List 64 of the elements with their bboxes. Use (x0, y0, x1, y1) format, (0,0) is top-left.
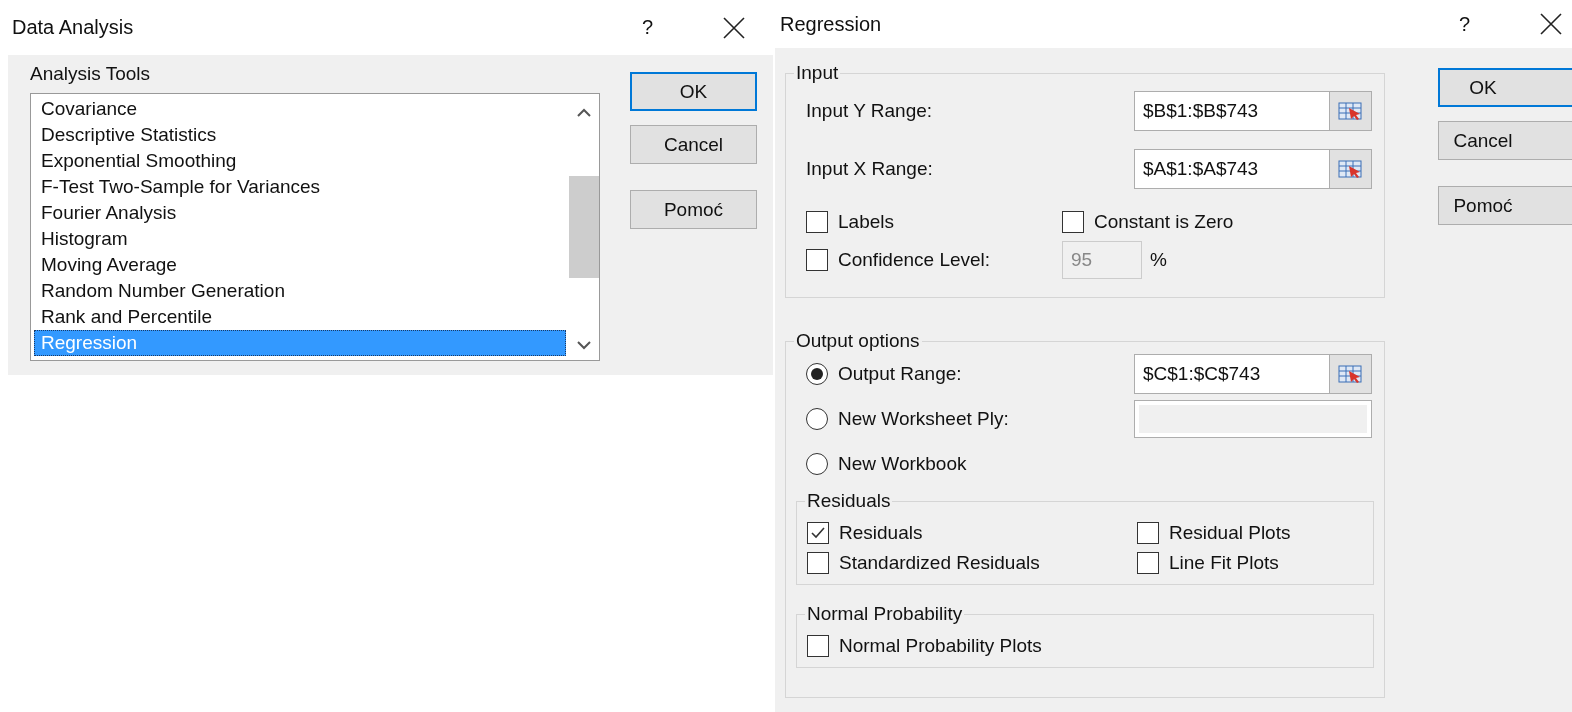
checkbox-label: Residuals (839, 522, 923, 544)
range-select-button[interactable] (1329, 92, 1371, 130)
range-field[interactable]: $B$1:$B$743 (1134, 91, 1372, 131)
tools-list[interactable]: Covariance Descriptive Statistics Exponential Smoothing F-Test Two-Sample for Variances Fourier Analysis Histogram Moving Average Random Number Generation Rank and Percentile Regression (30, 93, 600, 361)
checkbox[interactable] (807, 522, 829, 544)
window-title: Regression (780, 12, 883, 36)
list-item[interactable]: F-Test Two-Sample for Variances (34, 174, 566, 200)
radio-label: New Worksheet Ply: (838, 408, 1009, 430)
dialog-button[interactable]: Pomoć (1438, 186, 1572, 225)
dialog-button[interactable]: Pomoć (630, 190, 757, 229)
list-item[interactable]: Rank and Percentile (34, 304, 566, 330)
group-title: Normal Probability (806, 603, 964, 625)
range-select-button[interactable] (1329, 150, 1371, 188)
close-icon[interactable] (1540, 13, 1562, 35)
radio-label: Output Range: (838, 363, 962, 385)
radio-button[interactable] (806, 363, 828, 385)
list-label: Analysis Tools (30, 63, 152, 85)
group-title: Input (795, 62, 840, 84)
checkbox[interactable] (1137, 522, 1159, 544)
list-item[interactable]: Exponential Smoothing (34, 148, 566, 174)
grid-arrow-icon (1338, 365, 1361, 383)
sheet-name-field[interactable] (1134, 400, 1372, 438)
radio-button[interactable] (806, 453, 828, 475)
list-item[interactable]: Covariance (34, 96, 566, 122)
list-item[interactable]: Random Number Generation (34, 278, 566, 304)
dialog-button[interactable]: OK (630, 72, 757, 111)
checkbox[interactable] (807, 552, 829, 574)
checkbox-label: Standardized Residuals (839, 552, 1040, 574)
checkbox-label: Confidence Level: (838, 249, 991, 271)
list-item[interactable]: Histogram (34, 226, 566, 252)
dialog-button[interactable]: Cancel (630, 125, 757, 164)
list-item[interactable]: Descriptive Statistics (34, 122, 566, 148)
checkbox-label: Line Fit Plots (1169, 552, 1279, 574)
checkbox-label: Constant is Zero (1094, 211, 1234, 233)
checkbox-label: Labels (838, 211, 894, 233)
checkbox[interactable] (1137, 552, 1159, 574)
radio-label: New Workbook (838, 453, 967, 475)
grid-arrow-icon (1338, 160, 1361, 178)
checkbox-label: Residual Plots (1169, 522, 1291, 544)
list-item[interactable]: Moving Average (34, 252, 566, 278)
dialog-button[interactable]: OK (1438, 68, 1572, 107)
range-select-button[interactable] (1329, 355, 1371, 393)
help-button[interactable]: ? (1458, 12, 1470, 36)
checkbox[interactable] (807, 635, 829, 657)
range-field[interactable]: $A$1:$A$743 (1134, 149, 1372, 189)
dialog-button[interactable]: Cancel (1438, 121, 1572, 160)
help-button[interactable]: ? (641, 16, 653, 39)
checkbox-label: Normal Probability Plots (839, 635, 1042, 657)
field-label: Input X Range: (806, 158, 933, 180)
group-title: Output options (795, 330, 921, 352)
range-field[interactable]: $C$1:$C$743 (1134, 354, 1372, 394)
checkbox[interactable] (1062, 211, 1084, 233)
field-label: Input Y Range: (806, 100, 933, 122)
scroll-down-icon[interactable] (576, 340, 592, 350)
window-title: Data Analysis (12, 16, 135, 39)
radio-button[interactable] (806, 408, 828, 430)
scrollbar-thumb[interactable] (569, 176, 599, 278)
scroll-up-icon[interactable] (576, 108, 592, 118)
list-item[interactable]: Fourier Analysis (34, 200, 566, 226)
close-icon[interactable] (723, 16, 745, 39)
grid-arrow-icon (1338, 102, 1361, 120)
unit-label: % (1150, 249, 1167, 271)
checkbox[interactable] (806, 211, 828, 233)
group-title: Residuals (806, 490, 892, 512)
